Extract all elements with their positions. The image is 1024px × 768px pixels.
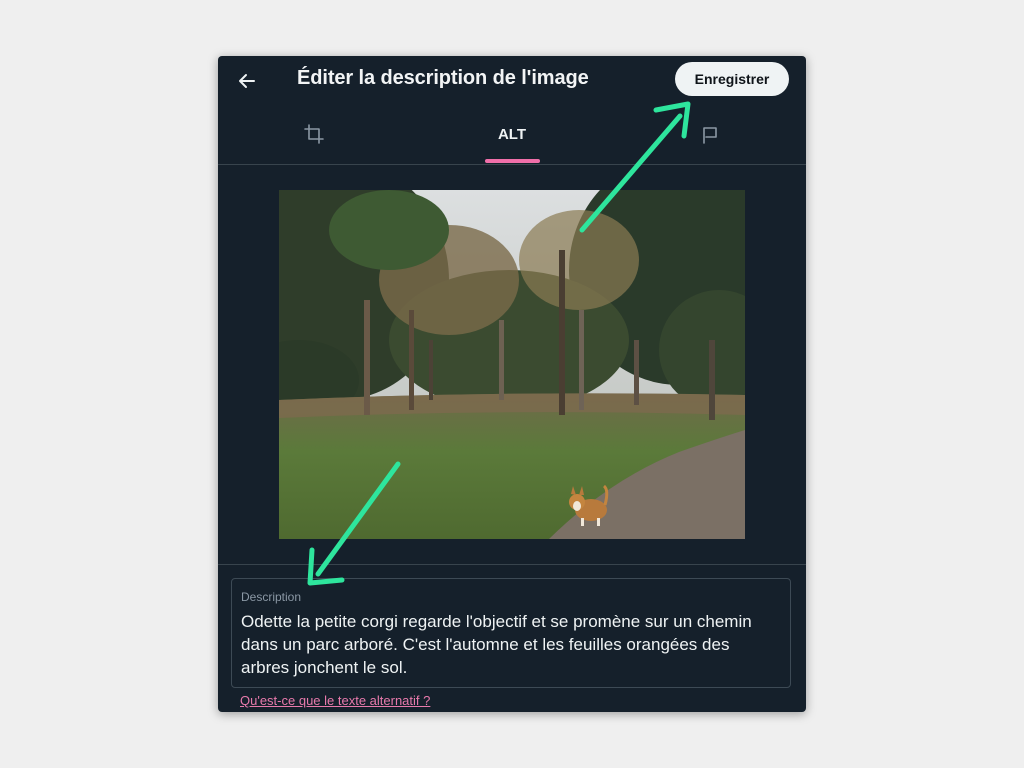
- save-button[interactable]: Enregistrer: [675, 62, 789, 96]
- crop-icon: [304, 124, 324, 144]
- tab-crop[interactable]: [294, 108, 334, 164]
- description-field[interactable]: Description Odette la petite corgi regar…: [231, 578, 791, 688]
- page: Éditer la description de l'image Enregis…: [0, 0, 1024, 768]
- tab-alt[interactable]: ALT: [470, 108, 554, 164]
- preview-image: [279, 190, 745, 539]
- flag-icon: [703, 127, 717, 144]
- description-text[interactable]: Odette la petite corgi regarde l'objecti…: [241, 610, 771, 679]
- divider: [218, 564, 806, 565]
- description-label: Description: [241, 590, 302, 604]
- tab-alt-label: ALT: [497, 126, 527, 143]
- dialog-title: Éditer la description de l'image: [297, 67, 589, 89]
- tab-bar: ALT: [218, 108, 806, 165]
- arrow-left-icon: [239, 74, 255, 88]
- back-button[interactable]: [232, 66, 262, 96]
- alt-text-help-link[interactable]: Qu'est-ce que le texte alternatif ?: [240, 693, 430, 708]
- tab-flag[interactable]: [690, 108, 730, 164]
- active-tab-indicator: [485, 159, 540, 163]
- dialog-header: Éditer la description de l'image Enregis…: [218, 56, 806, 104]
- edit-alt-dialog: Éditer la description de l'image Enregis…: [218, 56, 806, 712]
